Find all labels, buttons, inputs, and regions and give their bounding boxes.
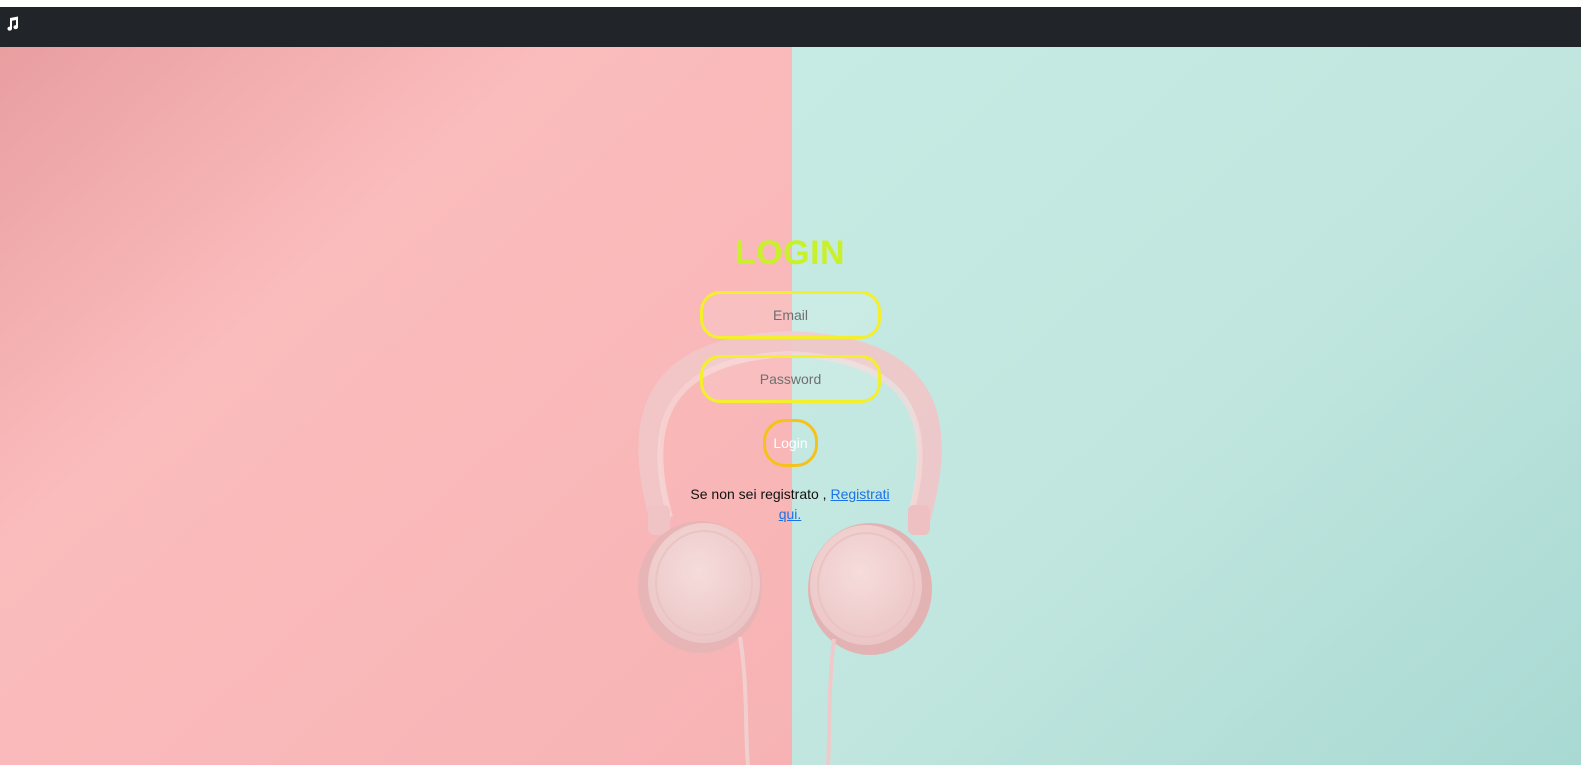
headphones-background-image: [0, 47, 1581, 765]
hero-background: LOGIN Login Se non sei registrato , Regi…: [0, 47, 1581, 765]
page: LOGIN Login Se non sei registrato , Regi…: [0, 0, 1581, 771]
register-prompt-text: Se non sei registrato ,: [690, 486, 831, 502]
email-field[interactable]: [700, 291, 881, 339]
login-button[interactable]: Login: [763, 419, 818, 467]
navbar: [0, 7, 1581, 47]
music-note-icon[interactable]: [4, 16, 20, 32]
register-prompt: Se non sei registrato , Registrati qui.: [690, 484, 890, 524]
password-field[interactable]: [700, 355, 881, 403]
page-title: LOGIN: [734, 234, 846, 272]
